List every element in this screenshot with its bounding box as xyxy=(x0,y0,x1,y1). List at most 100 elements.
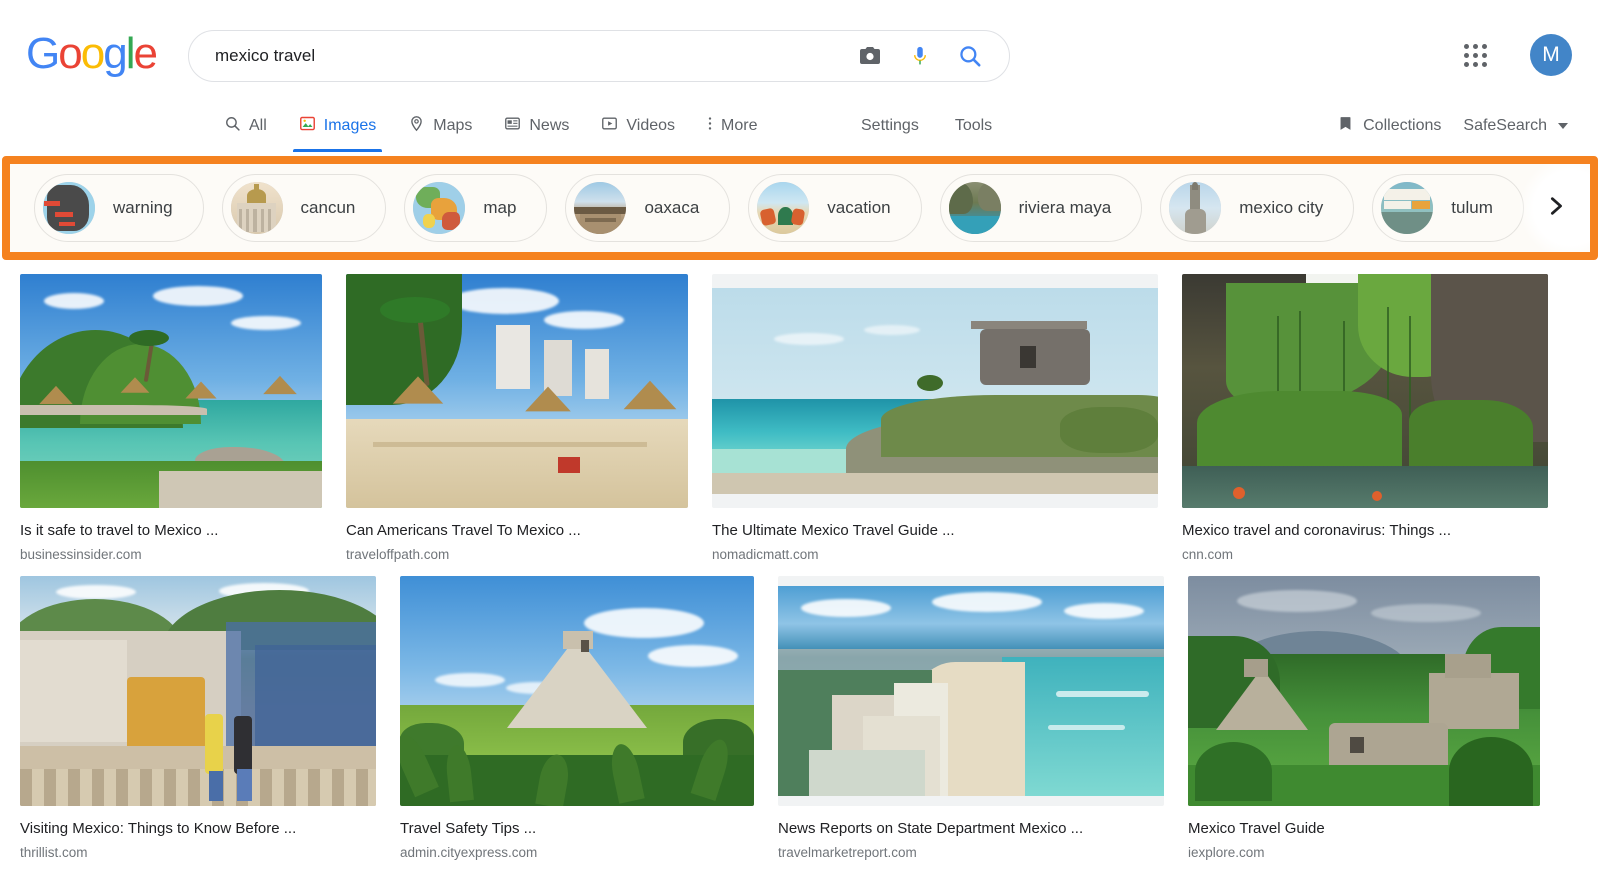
result-title: Mexico travel and coronavirus: Things ..… xyxy=(1182,522,1548,539)
result-title: Travel Safety Tips ... xyxy=(400,820,754,837)
result-thumbnail[interactable] xyxy=(20,274,322,508)
tools-button[interactable]: Tools xyxy=(937,117,1010,135)
result-card[interactable]: Is it safe to travel to Mexico ... busin… xyxy=(20,274,322,562)
result-thumbnail[interactable] xyxy=(778,576,1164,806)
result-title: Mexico Travel Guide xyxy=(1188,820,1540,837)
tab-label-images: Images xyxy=(324,117,376,135)
result-card[interactable]: The Ultimate Mexico Travel Guide ... nom… xyxy=(712,274,1158,562)
result-source: cnn.com xyxy=(1182,547,1548,562)
chip-oaxaca[interactable]: oaxaca xyxy=(565,174,730,242)
tab-label-news: News xyxy=(529,117,569,135)
tab-label-all: All xyxy=(249,117,267,135)
tab-more[interactable]: More xyxy=(691,100,773,152)
result-card[interactable]: Mexico travel and coronavirus: Things ..… xyxy=(1182,274,1548,562)
safesearch-dropdown[interactable]: SafeSearch xyxy=(1455,117,1576,135)
chip-thumb-warning xyxy=(41,180,97,236)
nav-right-group: Collections SafeSearch xyxy=(1329,100,1576,152)
result-thumbnail[interactable] xyxy=(346,274,688,508)
microphone-icon[interactable] xyxy=(909,43,931,69)
chip-warning[interactable]: warning xyxy=(34,174,204,242)
result-source: admin.cityexpress.com xyxy=(400,845,754,860)
chevron-right-icon xyxy=(1537,190,1567,227)
result-card[interactable]: Visiting Mexico: Things to Know Before .… xyxy=(20,576,376,860)
result-title: The Ultimate Mexico Travel Guide ... xyxy=(712,522,1158,539)
news-icon xyxy=(504,115,521,137)
camera-icon[interactable] xyxy=(857,44,883,68)
search-nav: All Images Maps News xyxy=(0,100,1600,156)
chevron-down-icon xyxy=(1558,123,1568,129)
search-icon[interactable] xyxy=(957,43,983,69)
tab-videos[interactable]: Videos xyxy=(585,100,691,152)
chip-label-mexico-city: mexico city xyxy=(1239,198,1323,218)
result-thumbnail[interactable] xyxy=(1188,576,1540,806)
tab-all[interactable]: All xyxy=(208,100,283,152)
result-source: iexplore.com xyxy=(1188,845,1540,860)
search-tools-group: Settings Tools xyxy=(843,100,1010,152)
search-input[interactable] xyxy=(213,36,857,76)
result-thumbnail[interactable] xyxy=(20,576,376,806)
result-source: travelmarketreport.com xyxy=(778,845,1164,860)
logo-letter-e: e xyxy=(133,29,155,78)
chip-mexico-city[interactable]: mexico city xyxy=(1160,174,1354,242)
chip-map[interactable]: map xyxy=(404,174,547,242)
results-row-1: Is it safe to travel to Mexico ... busin… xyxy=(20,274,1580,562)
tab-news[interactable]: News xyxy=(488,100,585,152)
bookmark-icon xyxy=(1337,114,1354,138)
logo-letter-o1: o xyxy=(58,29,80,78)
chips-scroll-right-button[interactable] xyxy=(1514,164,1590,252)
result-source: thrillist.com xyxy=(20,845,376,860)
chip-thumb-vacation xyxy=(755,180,811,236)
collections-button[interactable]: Collections xyxy=(1329,114,1449,138)
tab-label-more: More xyxy=(721,117,757,135)
image-icon xyxy=(299,115,316,137)
result-card[interactable]: Mexico Travel Guide iexplore.com xyxy=(1188,576,1540,860)
search-box[interactable] xyxy=(188,30,1010,82)
logo-letter-o2: o xyxy=(81,29,103,78)
nav-tabs: All Images Maps News xyxy=(208,100,773,152)
result-source: traveloffpath.com xyxy=(346,547,688,562)
safesearch-label: SafeSearch xyxy=(1463,117,1547,135)
google-logo[interactable]: Google xyxy=(26,30,156,78)
settings-button[interactable]: Settings xyxy=(843,117,937,135)
chip-label-tulum: tulum xyxy=(1451,198,1493,218)
result-card[interactable]: Travel Safety Tips ... admin.cityexpress… xyxy=(400,576,754,860)
result-thumbnail[interactable] xyxy=(400,576,754,806)
chip-label-vacation: vacation xyxy=(827,198,890,218)
chip-vacation[interactable]: vacation xyxy=(748,174,921,242)
chip-thumb-mexico-city xyxy=(1167,180,1223,236)
tab-label-videos: Videos xyxy=(626,117,675,135)
chip-thumb-cancun xyxy=(229,180,285,236)
result-card[interactable]: News Reports on State Department Mexico … xyxy=(778,576,1164,860)
image-results-grid: Is it safe to travel to Mexico ... busin… xyxy=(0,260,1600,860)
chip-label-map: map xyxy=(483,198,516,218)
chip-thumb-riviera-maya xyxy=(947,180,1003,236)
chip-riviera-maya[interactable]: riviera maya xyxy=(940,174,1143,242)
search-icon xyxy=(224,115,241,137)
page-header: Google M xyxy=(0,0,1600,100)
video-icon xyxy=(601,115,618,137)
avatar-initial: M xyxy=(1542,43,1560,67)
tab-maps[interactable]: Maps xyxy=(392,100,488,152)
chip-label-riviera-maya: riviera maya xyxy=(1019,198,1112,218)
chip-thumb-map xyxy=(411,180,467,236)
tab-images[interactable]: Images xyxy=(283,100,392,152)
result-title: Can Americans Travel To Mexico ... xyxy=(346,522,688,539)
chip-cancun[interactable]: cancun xyxy=(222,174,387,242)
result-thumbnail[interactable] xyxy=(1182,274,1548,508)
avatar[interactable]: M xyxy=(1530,34,1572,76)
result-title: Is it safe to travel to Mexico ... xyxy=(20,522,322,539)
result-source: businessinsider.com xyxy=(20,547,322,562)
result-source: nomadicmatt.com xyxy=(712,547,1158,562)
chip-tulum[interactable]: tulum xyxy=(1372,174,1524,242)
result-thumbnail[interactable] xyxy=(712,274,1158,508)
chip-label-warning: warning xyxy=(113,198,173,218)
chip-label-oaxaca: oaxaca xyxy=(644,198,699,218)
apps-grid-icon[interactable] xyxy=(1462,42,1490,70)
logo-letter-g2: g xyxy=(103,29,125,78)
tab-label-maps: Maps xyxy=(433,117,472,135)
result-title: News Reports on State Department Mexico … xyxy=(778,820,1164,837)
result-card[interactable]: Can Americans Travel To Mexico ... trave… xyxy=(346,274,688,562)
collections-label: Collections xyxy=(1363,117,1441,135)
chip-thumb-tulum xyxy=(1379,180,1435,236)
result-title: Visiting Mexico: Things to Know Before .… xyxy=(20,820,376,837)
